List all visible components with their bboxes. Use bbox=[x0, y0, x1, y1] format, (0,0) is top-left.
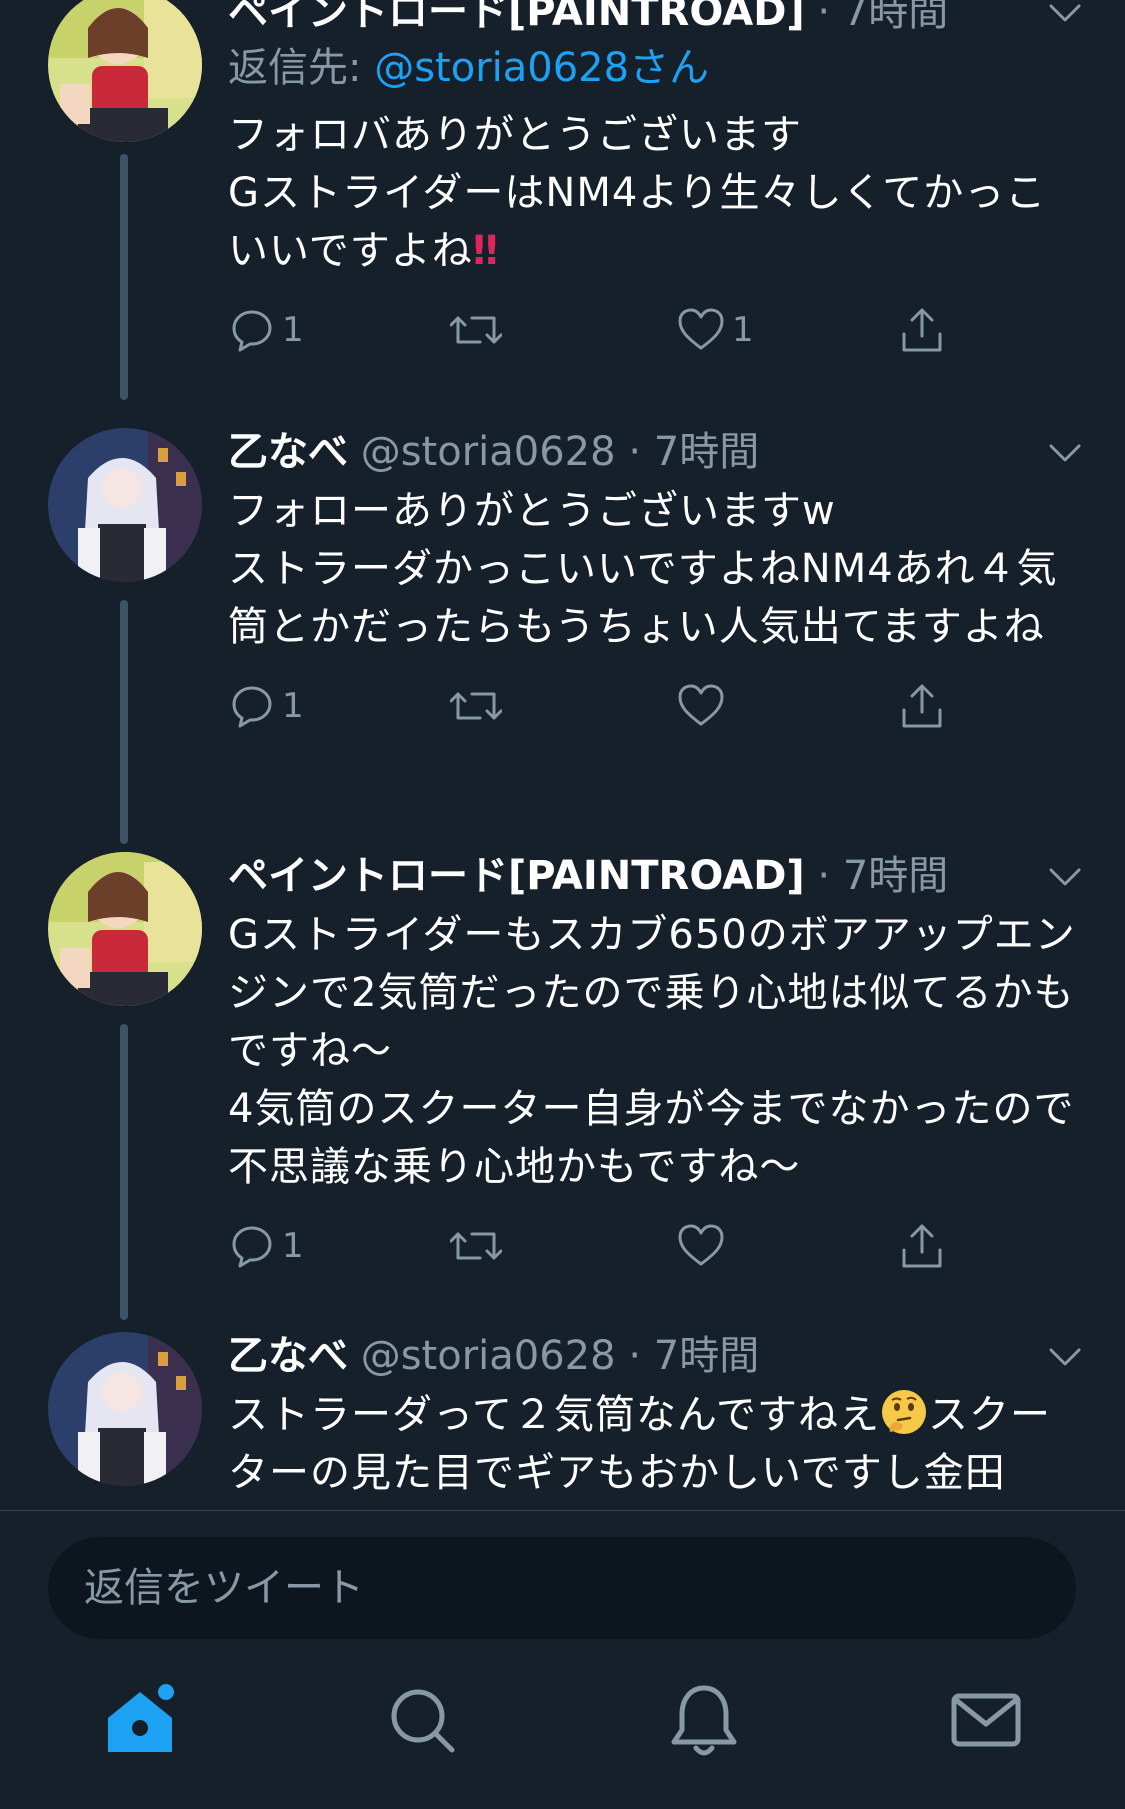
double-exclamation-emoji: ‼ bbox=[472, 228, 498, 274]
retweet-button[interactable] bbox=[450, 300, 502, 360]
avatar[interactable] bbox=[48, 0, 202, 142]
tweet-actions: 1 1 bbox=[228, 300, 1085, 360]
tweet[interactable]: 乙なべ @storia0628 · 7時間 フォローありがとうございますw スト… bbox=[0, 424, 1125, 844]
tweet-text-body: フォロバありがとうございます GストライダーはNM4より生々しくてかっこいいです… bbox=[228, 112, 1047, 274]
tweet-content: 乙なべ @storia0628 · 7時間 フォローありがとうございますw スト… bbox=[228, 424, 1085, 736]
reply-bar: 返信をツイート bbox=[0, 1510, 1125, 1650]
chevron-down-icon[interactable] bbox=[1045, 432, 1085, 472]
timestamp[interactable]: 7時間 bbox=[654, 429, 759, 475]
chevron-down-icon[interactable] bbox=[1045, 1336, 1085, 1376]
reply-icon bbox=[232, 310, 272, 352]
share-icon bbox=[902, 684, 942, 728]
like-button[interactable] bbox=[676, 676, 726, 736]
nav-messages[interactable] bbox=[946, 1680, 1026, 1760]
bottom-nav bbox=[0, 1650, 1125, 1809]
tweet-thread-screen: ペイントロード[PAINTROAD] · 7時間 返信先: @storia062… bbox=[0, 0, 1125, 1809]
chevron-down-icon[interactable] bbox=[1045, 0, 1085, 32]
display-name[interactable]: 乙なべ bbox=[228, 1333, 348, 1379]
separator-dot: · bbox=[628, 429, 642, 475]
tweet-text: ストラーダって２気筒なんですねえ スクーターの見た目でギアもおかしいですし金田 bbox=[228, 1386, 1085, 1502]
separator-dot: · bbox=[817, 853, 831, 899]
tweet-header: 乙なべ @storia0628 · 7時間 bbox=[228, 424, 1085, 480]
tweet-text: フォローありがとうございますw ストラーダかっこいいですよねNM4あれ４気筒とか… bbox=[228, 488, 1058, 650]
display-name[interactable]: ペイントロード[PAINTROAD] bbox=[228, 0, 805, 35]
tweet-header: ペイントロード[PAINTROAD] · 7時間 bbox=[228, 0, 1085, 40]
reply-to-line: 返信先: @storia0628さん bbox=[228, 40, 1085, 96]
nav-search[interactable] bbox=[382, 1680, 462, 1760]
avatar[interactable] bbox=[48, 428, 202, 582]
avatar[interactable] bbox=[48, 852, 202, 1006]
reply-icon bbox=[232, 686, 272, 728]
user-handle[interactable]: @storia0628 bbox=[361, 1333, 616, 1379]
reply-count: 1 bbox=[282, 310, 304, 350]
heart-icon bbox=[678, 308, 724, 350]
search-icon bbox=[391, 1689, 455, 1753]
chevron-down-icon[interactable] bbox=[1045, 856, 1085, 896]
thread-line bbox=[120, 1024, 128, 1320]
retweet-icon bbox=[450, 316, 502, 344]
reply-button[interactable]: 1 bbox=[228, 676, 304, 736]
retweet-icon bbox=[450, 692, 502, 720]
retweet-button[interactable] bbox=[450, 1216, 502, 1276]
tweet-content: ペイントロード[PAINTROAD] · 7時間 返信先: @storia062… bbox=[228, 0, 1085, 360]
avatar[interactable] bbox=[48, 1332, 202, 1486]
heart-icon bbox=[678, 1224, 724, 1266]
like-count: 1 bbox=[732, 310, 754, 350]
messages-icon bbox=[951, 1693, 1021, 1747]
notifications-icon bbox=[671, 1685, 737, 1756]
reply-icon bbox=[232, 1226, 272, 1268]
separator-dot: · bbox=[628, 1333, 642, 1379]
timestamp[interactable]: 7時間 bbox=[843, 853, 948, 899]
nav-home[interactable] bbox=[100, 1680, 180, 1760]
tweet-text: Gストライダーもスカブ650のボアアップエンジンで2気筒だったので乗り心地は似て… bbox=[228, 912, 1076, 1190]
reply-button[interactable]: 1 bbox=[228, 1216, 304, 1276]
tweet-actions: 1 bbox=[228, 1216, 1085, 1276]
tweet-text: フォロバありがとうございます GストライダーはNM4より生々しくてかっこいいです… bbox=[228, 106, 1085, 280]
tweet[interactable]: 乙なべ @storia0628 · 7時間 ストラーダって２気筒なんですねえ スク… bbox=[0, 1328, 1125, 1510]
timeline: ペイントロード[PAINTROAD] · 7時間 返信先: @storia062… bbox=[0, 0, 1125, 1510]
heart-icon bbox=[678, 684, 724, 726]
thinking-face-emoji bbox=[882, 1390, 926, 1434]
home-icon bbox=[108, 1684, 174, 1752]
nav-notifications[interactable] bbox=[664, 1680, 744, 1760]
reply-button[interactable]: 1 bbox=[228, 300, 304, 360]
separator-dot: · bbox=[817, 0, 831, 35]
user-handle[interactable]: @storia0628 bbox=[361, 429, 616, 475]
thread-line bbox=[120, 600, 128, 844]
tweet-content: 乙なべ @storia0628 · 7時間 ストラーダって２気筒なんですねえ スク… bbox=[228, 1328, 1085, 1502]
reply-count: 1 bbox=[282, 1226, 304, 1266]
like-button[interactable] bbox=[676, 1216, 726, 1276]
tweet[interactable]: ペイントロード[PAINTROAD] · 7時間 返信先: @storia062… bbox=[0, 0, 1125, 400]
share-icon bbox=[902, 308, 942, 352]
retweet-button[interactable] bbox=[450, 676, 502, 736]
tweet[interactable]: ペイントロード[PAINTROAD] · 7時間 Gストライダーもスカブ650の… bbox=[0, 848, 1125, 1328]
tweet-actions: 1 bbox=[228, 676, 1085, 736]
share-icon bbox=[902, 1224, 942, 1268]
share-button[interactable] bbox=[898, 676, 946, 736]
reply-count: 1 bbox=[282, 686, 304, 726]
share-button[interactable] bbox=[898, 1216, 946, 1276]
share-button[interactable] bbox=[898, 300, 946, 360]
tweet-text-before-emoji: ストラーダって２気筒なんですねえ bbox=[228, 1392, 880, 1438]
like-button[interactable]: 1 bbox=[676, 300, 754, 360]
tweet-content: ペイントロード[PAINTROAD] · 7時間 Gストライダーもスカブ650の… bbox=[228, 848, 1085, 1276]
timestamp[interactable]: 7時間 bbox=[654, 1333, 759, 1379]
reply-to-label: 返信先: bbox=[228, 45, 375, 91]
display-name[interactable]: ペイントロード[PAINTROAD] bbox=[228, 853, 805, 899]
display-name[interactable]: 乙なべ bbox=[228, 429, 348, 475]
reply-input[interactable]: 返信をツイート bbox=[48, 1537, 1076, 1639]
tweet-header: ペイントロード[PAINTROAD] · 7時間 bbox=[228, 848, 1085, 904]
reply-mention-link[interactable]: @storia0628さん bbox=[374, 45, 709, 91]
tweet-header: 乙なべ @storia0628 · 7時間 bbox=[228, 1328, 1085, 1384]
retweet-icon bbox=[450, 1232, 502, 1260]
thread-line bbox=[120, 154, 128, 400]
timestamp[interactable]: 7時間 bbox=[843, 0, 948, 35]
